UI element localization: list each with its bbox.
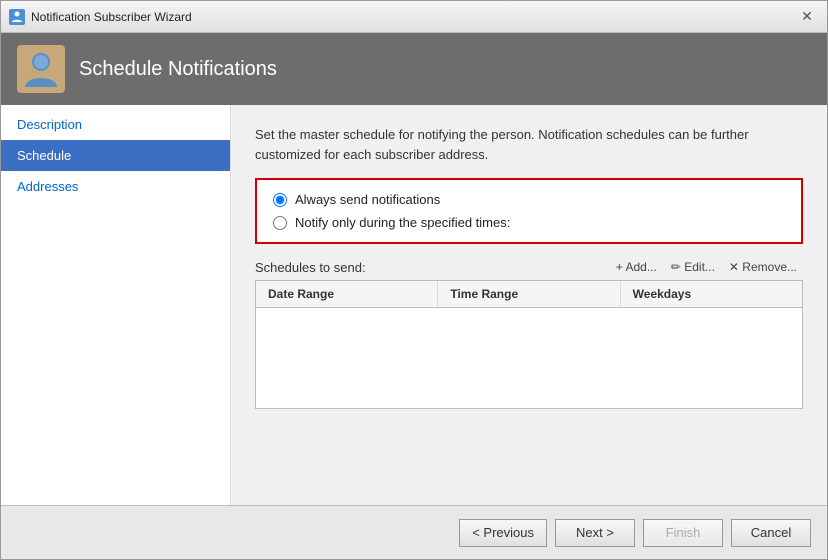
sidebar-item-description[interactable]: Description xyxy=(1,109,230,140)
close-button[interactable]: ✕ xyxy=(795,7,819,27)
next-button[interactable]: Next > xyxy=(555,519,635,547)
schedules-label: Schedules to send: xyxy=(255,260,366,275)
description-text: Set the master schedule for notifying th… xyxy=(255,125,755,164)
radio-specified-label: Notify only during the specified times: xyxy=(295,215,510,230)
schedules-table: Date Range Time Range Weekdays xyxy=(255,280,803,409)
table-header: Date Range Time Range Weekdays xyxy=(256,281,802,308)
schedules-actions: + Add... ✏ Edit... ✕ Remove... xyxy=(610,258,803,276)
title-bar: Notification Subscriber Wizard ✕ xyxy=(1,1,827,33)
previous-button[interactable]: < Previous xyxy=(459,519,547,547)
main-content: Set the master schedule for notifying th… xyxy=(231,105,827,505)
col-date-range: Date Range xyxy=(256,281,438,307)
radio-specified-input[interactable] xyxy=(273,216,287,230)
table-body xyxy=(256,308,802,408)
add-button[interactable]: + Add... xyxy=(610,258,663,276)
header-title: Schedule Notifications xyxy=(79,58,277,81)
wizard-window: Notification Subscriber Wizard ✕ Schedul… xyxy=(0,0,828,560)
header-banner: Schedule Notifications xyxy=(1,33,827,105)
footer: < Previous Next > Finish Cancel xyxy=(1,505,827,559)
radio-always-input[interactable] xyxy=(273,193,287,207)
radio-always-label: Always send notifications xyxy=(295,192,440,207)
sidebar-item-addresses[interactable]: Addresses xyxy=(1,171,230,202)
sidebar: Description Schedule Addresses xyxy=(1,105,231,505)
wizard-icon xyxy=(17,45,65,93)
sidebar-item-schedule[interactable]: Schedule xyxy=(1,140,230,171)
col-time-range: Time Range xyxy=(438,281,620,307)
cancel-button[interactable]: Cancel xyxy=(731,519,811,547)
title-bar-icon xyxy=(9,9,25,25)
remove-button[interactable]: ✕ Remove... xyxy=(723,258,803,276)
radio-specified[interactable]: Notify only during the specified times: xyxy=(273,215,785,230)
content-area: Description Schedule Addresses Set the m… xyxy=(1,105,827,505)
schedules-section: Schedules to send: + Add... ✏ Edit... ✕ … xyxy=(255,258,803,409)
finish-button[interactable]: Finish xyxy=(643,519,723,547)
radio-always[interactable]: Always send notifications xyxy=(273,192,785,207)
col-weekdays: Weekdays xyxy=(621,281,802,307)
radio-group: Always send notifications Notify only du… xyxy=(255,178,803,244)
edit-button[interactable]: ✏ Edit... xyxy=(665,258,721,276)
title-bar-title: Notification Subscriber Wizard xyxy=(31,10,795,24)
schedules-toolbar: Schedules to send: + Add... ✏ Edit... ✕ … xyxy=(255,258,803,276)
